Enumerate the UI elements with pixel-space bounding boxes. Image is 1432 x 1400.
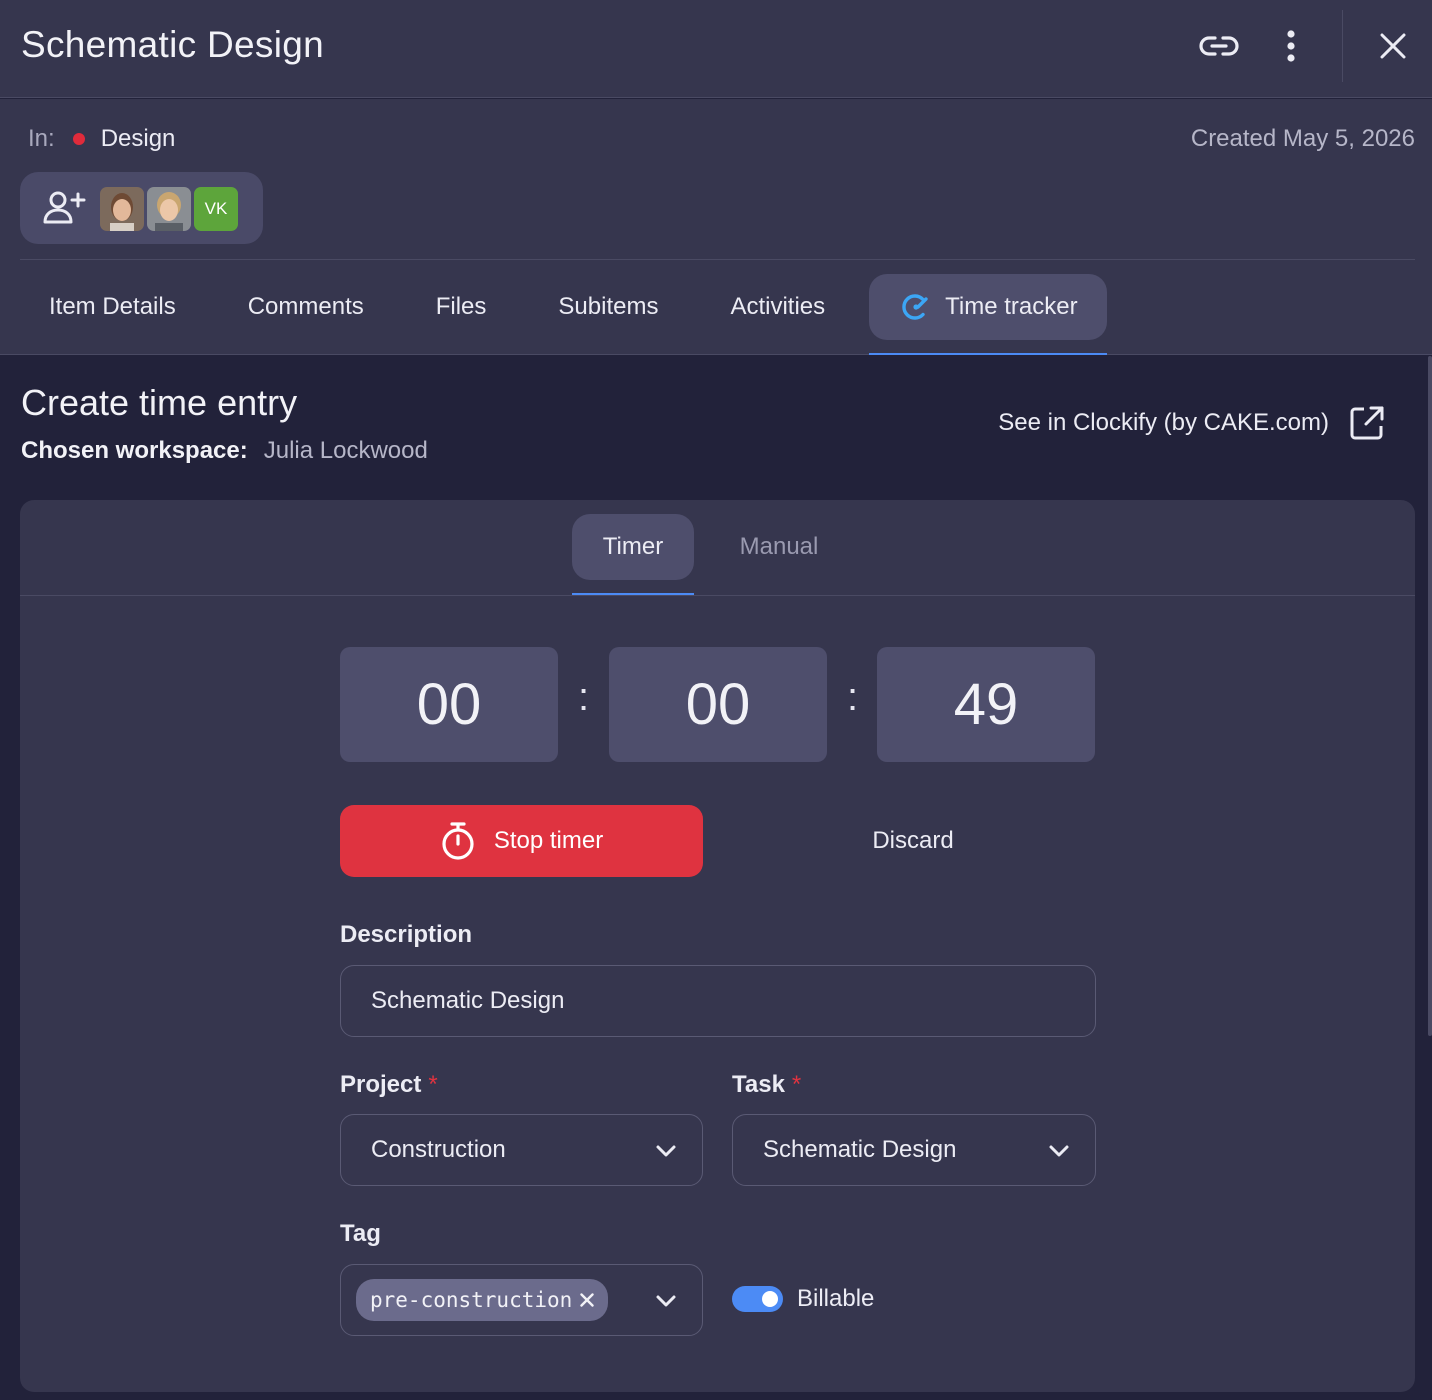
- group-location: In: Design: [28, 125, 175, 153]
- label-text: Task: [732, 1071, 785, 1098]
- tag-select[interactable]: pre-construction: [340, 1264, 703, 1336]
- billable-row: Billable: [732, 1285, 874, 1313]
- item-info-section: In: Design Created May 5, 2026 VK Item D…: [0, 99, 1432, 355]
- label-text: Project: [340, 1071, 422, 1098]
- header-divider: [1342, 10, 1343, 82]
- tab-label: Files: [435, 293, 487, 320]
- timer-separator: :: [578, 675, 590, 719]
- avatar[interactable]: [100, 187, 144, 231]
- required-mark: *: [428, 1071, 438, 1098]
- tab-manual[interactable]: Manual: [714, 514, 844, 580]
- avatar[interactable]: [147, 187, 191, 231]
- timer-separator: :: [847, 675, 859, 719]
- tab-item-details[interactable]: Item Details: [20, 274, 205, 340]
- task-label: Task *: [732, 1071, 801, 1099]
- task-select[interactable]: Schematic Design: [732, 1114, 1096, 1186]
- tag-chip-label: pre-construction: [370, 1288, 573, 1312]
- see-in-clockify-link[interactable]: See in Clockify (by CAKE.com): [998, 405, 1385, 441]
- tab-activities[interactable]: Activities: [687, 274, 854, 340]
- task-value: Schematic Design: [763, 1136, 957, 1163]
- tag-chip: pre-construction: [356, 1279, 609, 1321]
- timer-hours: 00: [340, 647, 558, 762]
- stop-timer-button[interactable]: Stop timer: [340, 805, 703, 877]
- created-date: Created May 5, 2026: [1190, 125, 1415, 152]
- group-name[interactable]: Design: [101, 125, 176, 153]
- workspace-row: Chosen workspace: Julia Lockwood: [21, 437, 428, 465]
- in-label: In:: [28, 125, 55, 152]
- group-color-dot: [72, 133, 85, 145]
- remove-tag-icon[interactable]: [580, 1293, 594, 1307]
- divider: [20, 259, 1415, 260]
- link-icon[interactable]: [1197, 24, 1241, 68]
- tab-timer[interactable]: Timer: [572, 514, 694, 595]
- description-label: Description: [340, 921, 472, 949]
- scrollbar[interactable]: [1428, 356, 1432, 1036]
- stopwatch-icon: [442, 822, 474, 860]
- stop-timer-label: Stop timer: [493, 827, 604, 854]
- tab-label: Comments: [247, 293, 364, 320]
- chevron-down-icon: [1049, 1145, 1069, 1157]
- tab-label: Item Details: [49, 293, 176, 320]
- tab-subitems[interactable]: Subitems: [515, 274, 687, 340]
- external-link-icon: [1350, 406, 1384, 440]
- timer-minutes: 00: [609, 647, 827, 762]
- discard-button[interactable]: Discard: [823, 805, 1003, 877]
- tab-time-tracker[interactable]: Time tracker: [869, 274, 1108, 355]
- billable-toggle[interactable]: [732, 1286, 783, 1312]
- chevron-down-icon: [656, 1145, 676, 1157]
- divider: [20, 595, 1415, 596]
- description-value: Schematic Design: [371, 987, 565, 1014]
- tag-label: Tag: [340, 1220, 381, 1248]
- tab-label: Subitems: [558, 293, 659, 320]
- timer-seconds: 49: [877, 647, 1095, 762]
- clockify-icon: [901, 292, 931, 322]
- toggle-knob: [762, 1291, 778, 1307]
- label-text: Description: [340, 921, 473, 948]
- add-person-icon[interactable]: [42, 190, 86, 226]
- section-title: Create time entry: [21, 382, 298, 423]
- project-value: Construction: [371, 1136, 506, 1163]
- tab-files[interactable]: Files: [393, 274, 516, 340]
- required-mark: *: [791, 1071, 802, 1098]
- panel-header: Schematic Design: [0, 0, 1432, 98]
- item-title: Schematic Design: [21, 24, 324, 65]
- workspace-value: Julia Lockwood: [263, 437, 428, 464]
- description-input[interactable]: Schematic Design: [340, 965, 1096, 1037]
- project-label: Project *: [340, 1071, 438, 1099]
- tab-comments[interactable]: Comments: [205, 274, 393, 340]
- tab-label: Time tracker: [945, 293, 1078, 320]
- billable-label: Billable: [797, 1285, 875, 1312]
- time-entry-card: Timer Manual 00 : 00 : 49 Stop timer Dis…: [20, 500, 1415, 1392]
- label-text: Tag: [340, 1220, 381, 1247]
- item-tabs: Item Details Comments Files Subitems Act…: [20, 274, 1108, 355]
- project-select[interactable]: Construction: [340, 1114, 703, 1186]
- close-icon[interactable]: [1371, 24, 1415, 68]
- link-label: See in Clockify (by CAKE.com): [998, 409, 1329, 436]
- more-vertical-icon[interactable]: [1269, 24, 1313, 68]
- people-box[interactable]: VK: [20, 172, 263, 244]
- chevron-down-icon: [656, 1295, 676, 1307]
- avatar[interactable]: VK: [194, 187, 238, 231]
- tab-label: Activities: [730, 293, 826, 320]
- workspace-label: Chosen workspace:: [21, 437, 248, 464]
